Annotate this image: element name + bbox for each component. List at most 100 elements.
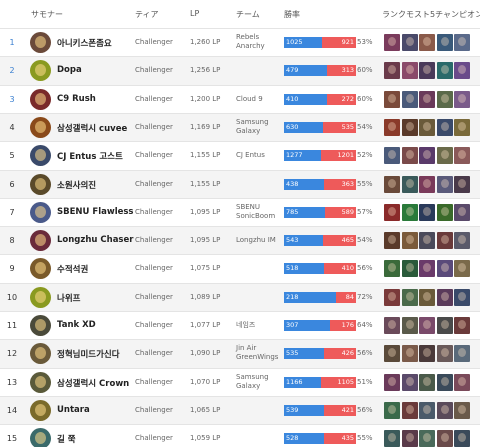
champion-icon[interactable] [401, 90, 418, 108]
champion-icon[interactable] [436, 175, 453, 193]
summoner-name-link[interactable]: 삼성갤럭시 Crown [57, 377, 129, 389]
table-row[interactable]: 13 삼성갤럭시 Crown Challenger 1,070 LP Samsung Ga… [0, 367, 480, 396]
champion-icon[interactable] [419, 232, 435, 250]
summoner-avatar[interactable] [30, 315, 51, 336]
summoner-name-link[interactable]: SBENU Flawless [57, 207, 134, 217]
table-row[interactable]: 12 정혁님미드가신다 Challenger 1,090 LP Jin Air Green… [0, 339, 480, 368]
champion-icon[interactable] [454, 118, 470, 136]
champion-icon[interactable] [384, 118, 400, 136]
champion-icon[interactable] [454, 175, 470, 193]
champion-icon[interactable] [454, 345, 470, 363]
table-row[interactable]: 3 C9 Rush Challenger 1,200 LP Cloud 9 410 272 6… [0, 84, 480, 113]
champion-icon[interactable] [384, 232, 400, 250]
summoner-avatar[interactable] [30, 173, 51, 195]
table-row[interactable]: 9 수적석권 Challenger 1,075 LP 518 410 56% [0, 254, 480, 283]
summoner-name-link[interactable]: Tank XD [57, 320, 96, 330]
champion-icon[interactable] [401, 345, 418, 363]
summoner-avatar[interactable] [30, 116, 51, 138]
table-row[interactable]: 1 아니키스폰좀요 Challenger 1,260 LP Rebels Anarchy 1… [0, 28, 480, 57]
champion-icon[interactable] [454, 288, 470, 306]
champion-icon[interactable] [436, 34, 453, 51]
champion-icon[interactable] [419, 34, 435, 51]
champion-icon[interactable] [436, 232, 453, 250]
champion-icon[interactable] [384, 62, 400, 80]
champion-icon[interactable] [419, 430, 435, 447]
header-lp[interactable]: LP [190, 9, 199, 18]
champion-icon[interactable] [401, 175, 418, 193]
summoner-avatar[interactable] [30, 32, 51, 53]
summoner-name-link[interactable]: Untara [57, 405, 90, 415]
champion-icon[interactable] [436, 260, 453, 278]
summoner-avatar[interactable] [30, 399, 51, 421]
champion-icon[interactable] [454, 401, 470, 419]
table-row[interactable]: 5 CJ Entus 고스트 Challenger 1,155 LP CJ Entus 1… [0, 141, 480, 170]
champion-icon[interactable] [436, 62, 453, 80]
champion-icon[interactable] [454, 260, 470, 278]
champion-icon[interactable] [419, 373, 435, 391]
champion-icon[interactable] [419, 260, 435, 278]
champion-icon[interactable] [401, 401, 418, 419]
summoner-name-link[interactable]: 소원사의진 [57, 179, 96, 191]
header-winrate[interactable]: 勝率 [284, 9, 300, 20]
champion-icon[interactable] [454, 203, 470, 221]
champion-icon[interactable] [384, 260, 400, 278]
summoner-name-link[interactable]: 나위프 [57, 292, 80, 304]
champion-icon[interactable] [436, 317, 453, 334]
champion-icon[interactable] [436, 373, 453, 391]
table-row[interactable]: 2 Dopa Challenger 1,256 LP 479 313 60% [0, 56, 480, 85]
champion-icon[interactable] [419, 147, 435, 165]
champion-icon[interactable] [401, 430, 418, 447]
champion-icon[interactable] [436, 401, 453, 419]
champion-icon[interactable] [401, 317, 418, 334]
champion-icon[interactable] [384, 401, 400, 419]
champion-icon[interactable] [401, 260, 418, 278]
champion-icon[interactable] [401, 203, 418, 221]
champion-icon[interactable] [436, 288, 453, 306]
champion-icon[interactable] [419, 203, 435, 221]
champion-icon[interactable] [401, 373, 418, 391]
champion-icon[interactable] [384, 373, 400, 391]
summoner-avatar[interactable] [30, 258, 51, 280]
champion-icon[interactable] [454, 90, 470, 108]
header-team[interactable]: チーム [236, 9, 260, 20]
champion-icon[interactable] [436, 147, 453, 165]
table-row[interactable]: 6 소원사의진 Challenger 1,155 LP 438 363 55% [0, 169, 480, 198]
champion-icon[interactable] [419, 175, 435, 193]
summoner-name-link[interactable]: 삼성갤럭시 cuvee [57, 122, 127, 134]
summoner-name-link[interactable]: 수적석권 [57, 263, 88, 275]
table-row[interactable]: 4 삼성갤럭시 cuvee Challenger 1,169 LP Samsung Gal… [0, 112, 480, 142]
summoner-avatar[interactable] [30, 286, 51, 308]
champion-icon[interactable] [401, 147, 418, 165]
summoner-name-link[interactable]: 길 쭉 [57, 433, 76, 445]
champion-icon[interactable] [419, 118, 435, 136]
summoner-avatar[interactable] [30, 145, 51, 167]
champion-icon[interactable] [454, 232, 470, 250]
champion-icon[interactable] [454, 62, 470, 80]
table-row[interactable]: 8 Longzhu Chaser Challenger 1,095 LP Longzhu… [0, 226, 480, 255]
champion-icon[interactable] [384, 90, 400, 108]
champion-icon[interactable] [454, 34, 470, 51]
champion-icon[interactable] [384, 288, 400, 306]
header-summoner[interactable]: サモナー [31, 9, 63, 20]
champion-icon[interactable] [384, 317, 400, 334]
summoner-name-link[interactable]: C9 Rush [57, 94, 96, 104]
summoner-avatar[interactable] [30, 371, 51, 393]
champion-icon[interactable] [401, 62, 418, 80]
champion-icon[interactable] [419, 90, 435, 108]
header-tier[interactable]: ティア [135, 9, 159, 20]
champion-icon[interactable] [436, 430, 453, 447]
champion-icon[interactable] [384, 203, 400, 221]
champion-icon[interactable] [384, 34, 400, 51]
champion-icon[interactable] [454, 430, 470, 447]
table-row[interactable]: 15 길 쭉 Challenger 1,059 LP 528 435 55% [0, 424, 480, 447]
summoner-name-link[interactable]: CJ Entus 고스트 [57, 150, 123, 162]
table-row[interactable]: 10 나위프 Challenger 1,089 LP 218 84 72% [0, 282, 480, 311]
champion-icon[interactable] [454, 147, 470, 165]
champion-icon[interactable] [401, 232, 418, 250]
champion-icon[interactable] [401, 118, 418, 136]
champion-icon[interactable] [454, 317, 470, 334]
table-row[interactable]: 11 Tank XD Challenger 1,077 LP 네임즈 307 176 64% [0, 311, 480, 340]
champion-icon[interactable] [436, 203, 453, 221]
champion-icon[interactable] [419, 288, 435, 306]
champion-icon[interactable] [401, 288, 418, 306]
